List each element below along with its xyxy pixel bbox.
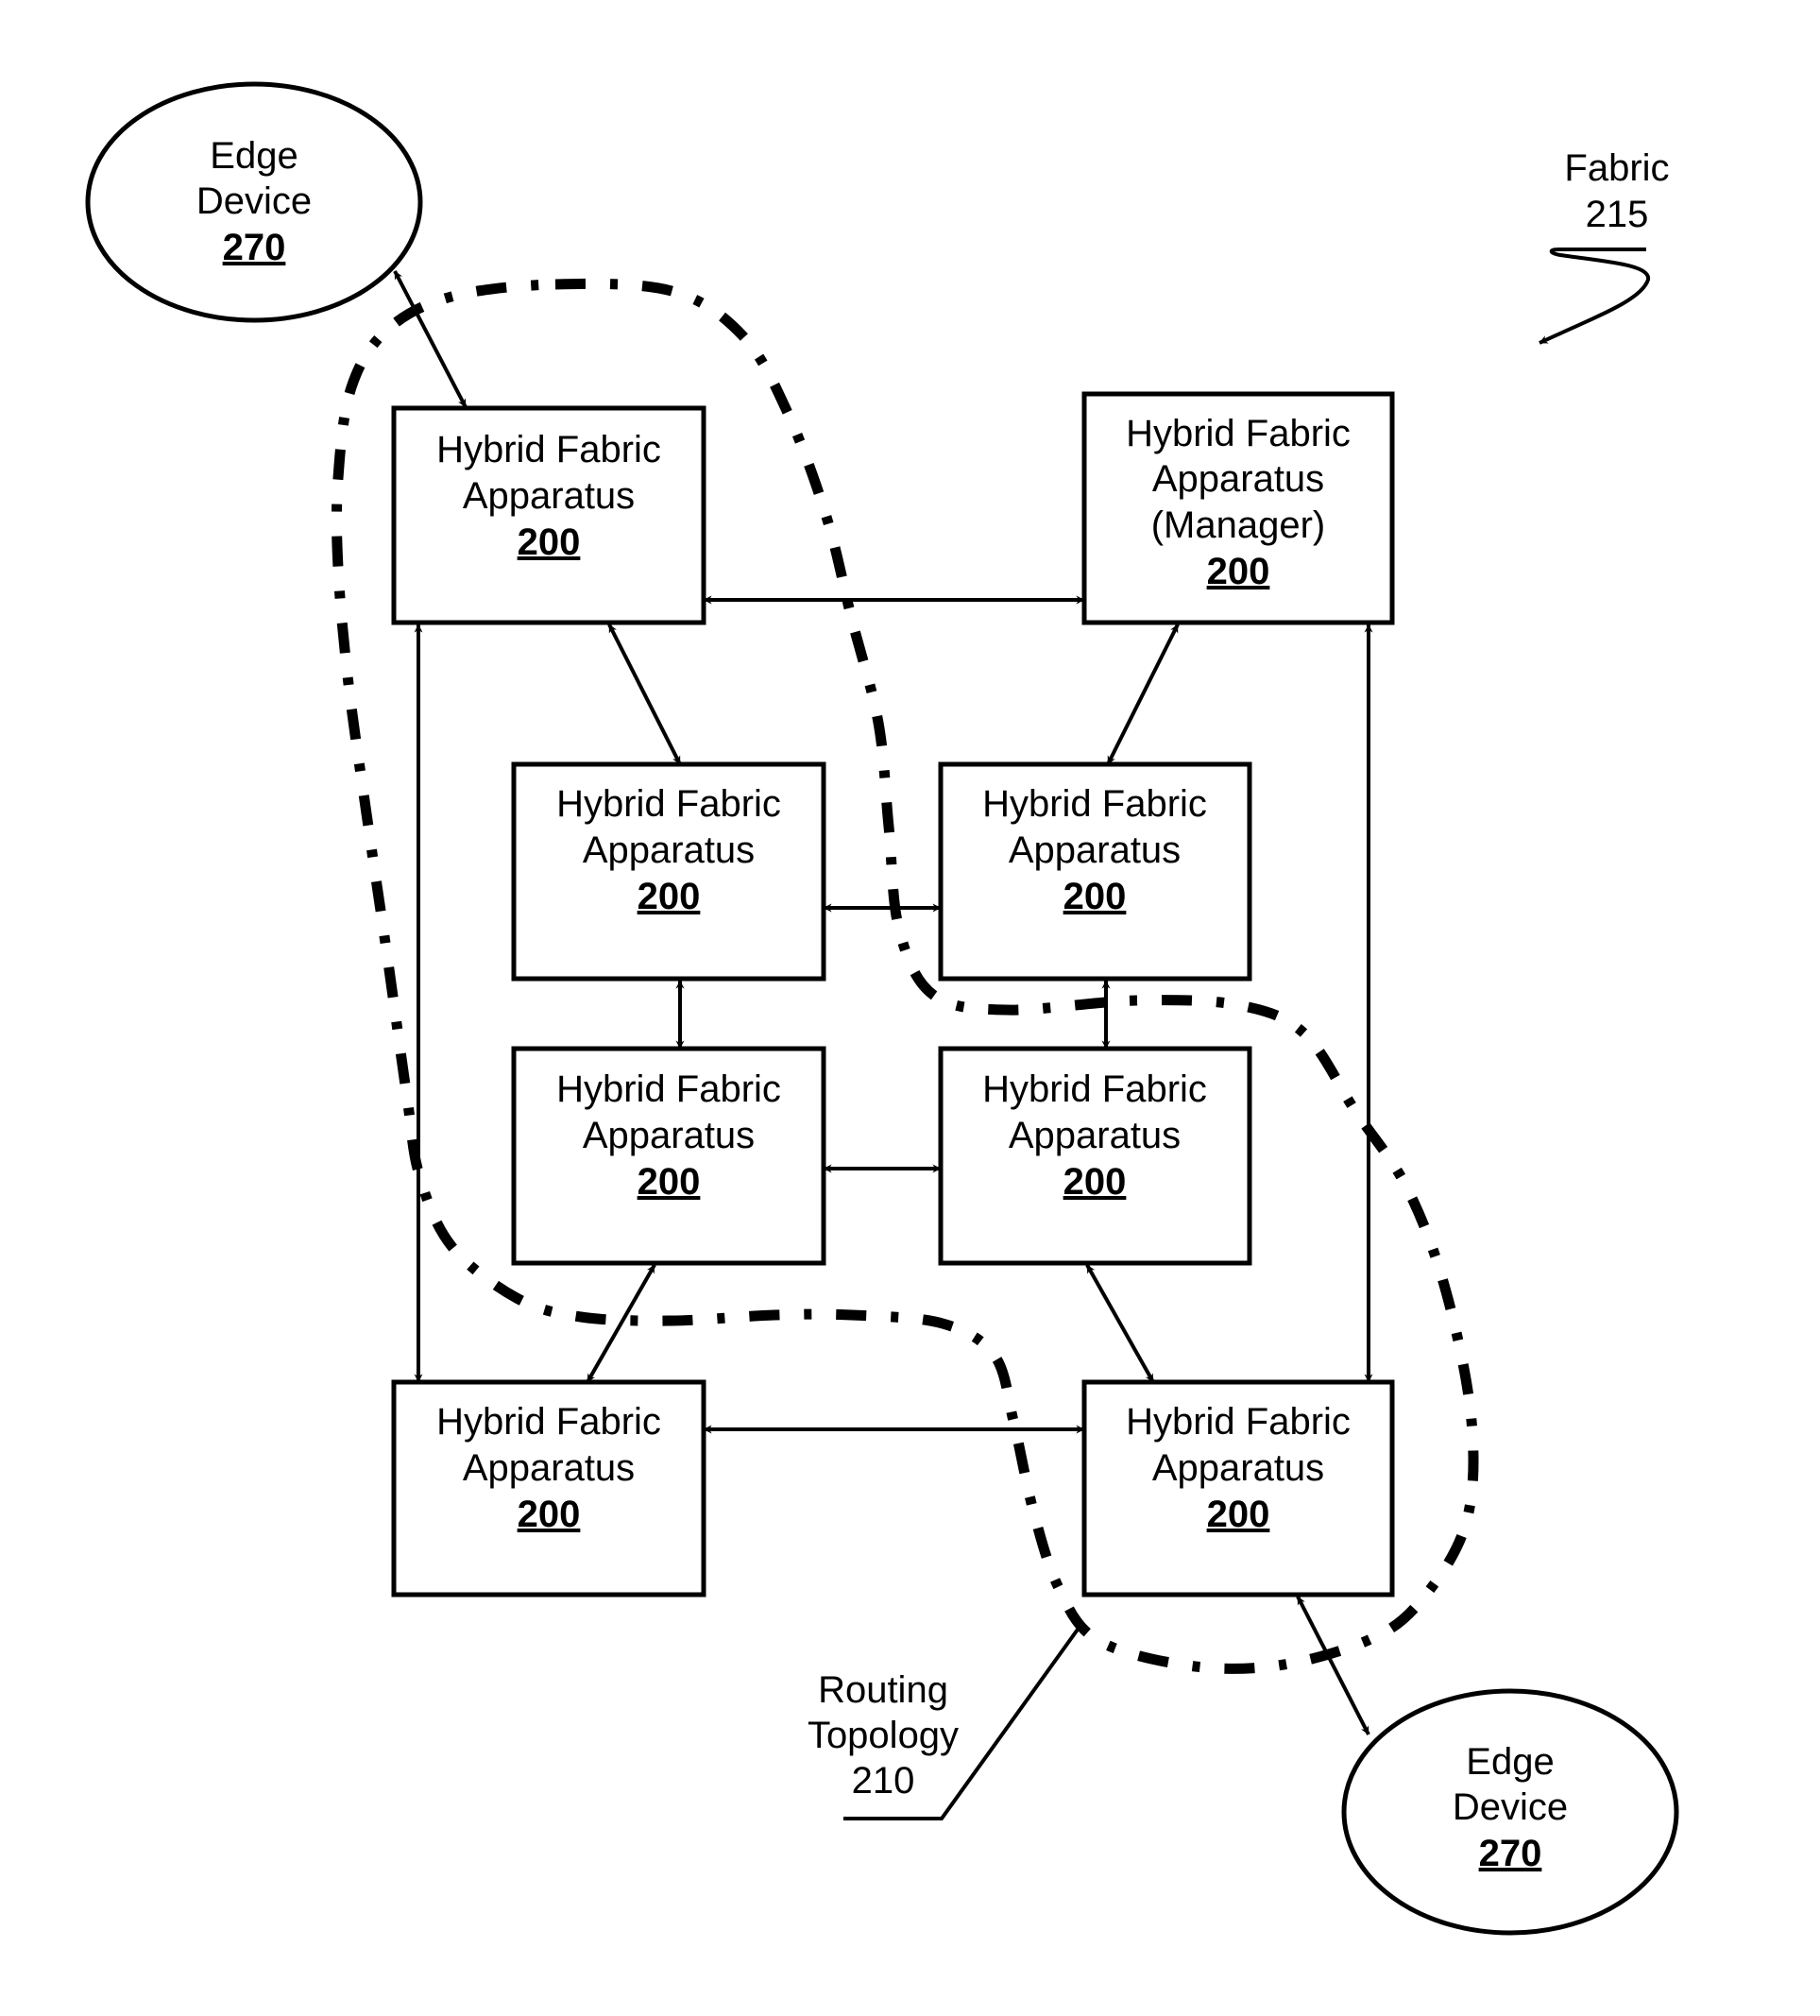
apparatus-line1: Hybrid Fabric (982, 783, 1207, 825)
connector-edge1-topleft (393, 270, 468, 408)
apparatus-manager[interactable]: Hybrid Fabric Apparatus (Manager) 200 (1081, 391, 1395, 625)
connector-bottomright-edge2 (1296, 1596, 1370, 1735)
connector-midlowerright-bottomright (1085, 1264, 1155, 1383)
apparatus-line2: Apparatus (1152, 458, 1324, 500)
routing-topology-line1: Routing (818, 1669, 948, 1711)
edge-device-1-line2: Device (196, 180, 312, 222)
apparatus-line1: Hybrid Fabric (436, 1401, 661, 1443)
edge-device-1[interactable]: Edge Device 270 (85, 81, 423, 323)
apparatus-line2: Apparatus (463, 1447, 635, 1489)
apparatus-ref: 200 (518, 1494, 581, 1535)
edge-device-2[interactable]: Edge Device 270 (1341, 1688, 1679, 1936)
apparatus-line1: Hybrid Fabric (556, 1068, 781, 1110)
fabric-label-ref: 215 (1586, 194, 1649, 235)
routing-topology-line2: Topology (808, 1715, 959, 1756)
fabric-label-name: Fabric (1564, 147, 1669, 189)
fabric-diagram: Edge Device 270 Edge Device 270 Hybrid F… (85, 81, 1679, 1936)
apparatus-line2: Apparatus (1152, 1447, 1324, 1489)
edge-device-1-ref: 270 (223, 227, 286, 268)
routing-topology-label: Routing Topology 210 (808, 1625, 1081, 1820)
edge-device-1-line1: Edge (210, 135, 298, 177)
apparatus-line1: Hybrid Fabric (1126, 413, 1351, 454)
apparatus-mid-upper-right[interactable]: Hybrid Fabric Apparatus 200 (938, 761, 1252, 982)
apparatus-line2: Apparatus (463, 475, 635, 517)
apparatus-line2: Apparatus (583, 829, 755, 871)
apparatus-ref: 200 (638, 1161, 701, 1203)
fabric-label: Fabric 215 (1539, 147, 1670, 345)
apparatus-ref: 200 (1207, 1494, 1270, 1535)
edge-device-2-line1: Edge (1466, 1741, 1554, 1783)
apparatus-bottom-left[interactable]: Hybrid Fabric Apparatus 200 (391, 1379, 706, 1597)
apparatus-mid-lower-right[interactable]: Hybrid Fabric Apparatus 200 (938, 1046, 1252, 1266)
edge-device-2-line2: Device (1453, 1786, 1568, 1828)
apparatus-line1: Hybrid Fabric (1126, 1401, 1351, 1443)
connector-manager-midupperright (1106, 624, 1180, 765)
fabric-leader-squiggle-icon (1539, 248, 1650, 345)
apparatus-line1: Hybrid Fabric (556, 783, 781, 825)
apparatus-bottom-right[interactable]: Hybrid Fabric Apparatus 200 (1081, 1379, 1395, 1597)
routing-topology-ref: 210 (852, 1760, 915, 1802)
apparatus-mid-lower-left[interactable]: Hybrid Fabric Apparatus 200 (511, 1046, 826, 1266)
apparatus-line2: Apparatus (1009, 829, 1181, 871)
apparatus-manager-role: (Manager) (1151, 504, 1326, 546)
apparatus-top-left[interactable]: Hybrid Fabric Apparatus 200 (391, 405, 706, 625)
apparatus-mid-upper-left[interactable]: Hybrid Fabric Apparatus 200 (511, 761, 826, 982)
apparatus-ref: 200 (518, 521, 581, 563)
apparatus-ref: 200 (1063, 1161, 1127, 1203)
apparatus-line1: Hybrid Fabric (436, 429, 661, 470)
apparatus-ref: 200 (1063, 876, 1127, 917)
apparatus-line2: Apparatus (1009, 1115, 1181, 1156)
apparatus-ref: 200 (638, 876, 701, 917)
apparatus-line1: Hybrid Fabric (982, 1068, 1207, 1110)
apparatus-ref: 200 (1207, 551, 1270, 592)
edge-device-2-ref: 270 (1479, 1833, 1542, 1874)
apparatus-line2: Apparatus (583, 1115, 755, 1156)
connector-topleft-midupperleft (607, 624, 682, 765)
